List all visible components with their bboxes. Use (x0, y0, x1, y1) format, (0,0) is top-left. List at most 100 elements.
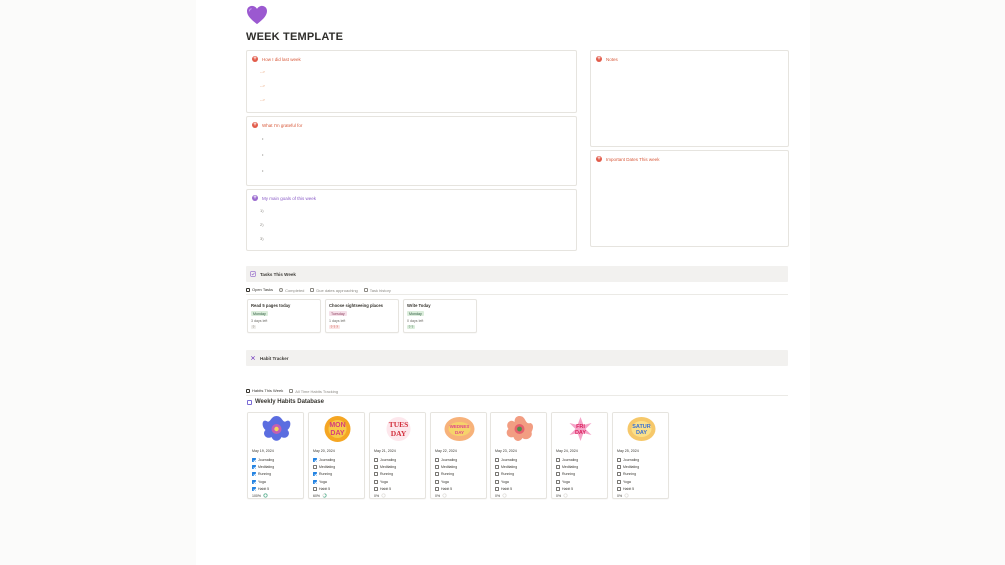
habit-checkbox[interactable] (556, 464, 560, 469)
habit-checkbox[interactable] (313, 464, 317, 469)
tab-label: Habits This Week (252, 388, 284, 393)
habit-checkbox[interactable] (617, 486, 621, 491)
habit-checkbox[interactable] (435, 472, 439, 477)
arrow-icon (310, 288, 315, 292)
habit-day-card[interactable]: MON DAY May 20, 2024 Journaling Meditating Ru… (308, 412, 365, 499)
bullet-dot: • (262, 168, 264, 173)
habit-checkbox[interactable] (556, 457, 560, 462)
habit-label: Journaling (562, 457, 579, 462)
habit-item: Running (435, 471, 457, 478)
task-card[interactable]: Choose sightseeing places Tuesday 1 days… (325, 299, 399, 333)
day-tag: Monday (251, 311, 268, 316)
habit-label: Meditating (258, 464, 275, 469)
page-title: WEEK TEMPLATE (246, 31, 344, 43)
habit-checkbox[interactable] (374, 464, 378, 469)
habit-checkbox[interactable] (252, 472, 256, 477)
habit-checkbox[interactable] (617, 464, 621, 469)
habit-date: May 20, 2024 (313, 449, 335, 453)
plus-circle-icon: + (252, 56, 258, 62)
habit-label: Habit 5 (380, 486, 392, 491)
bullet-dot: • (262, 136, 264, 141)
habit-item: Running (313, 471, 335, 478)
habit-checkbox[interactable] (374, 472, 378, 477)
habit-checkbox[interactable] (495, 472, 499, 477)
habit-checkbox[interactable] (556, 486, 560, 491)
habit-checkbox[interactable] (495, 457, 499, 462)
habit-checklist: Journaling Meditating Running Yoga Habit 5 (435, 456, 457, 492)
last-week-card[interactable]: + How I did last week --> --> --> (246, 50, 577, 113)
habit-checkbox[interactable] (252, 464, 256, 469)
habit-label: Habit 5 (319, 486, 331, 491)
habit-item: Meditating (374, 463, 396, 470)
svg-text:TUES: TUES (389, 420, 409, 429)
database-title-text: Weekly Habits Database (255, 399, 324, 405)
habit-checkbox[interactable] (435, 486, 439, 491)
tab-label: Task history (369, 287, 391, 293)
task-card[interactable]: Read 5 pages today Monday 3 days left ? (247, 299, 321, 333)
habit-checkbox[interactable] (435, 457, 439, 462)
habit-date: May 25, 2024 (617, 449, 639, 453)
habit-section-header[interactable]: Habit Tracker (246, 350, 788, 366)
habit-checkbox[interactable] (313, 486, 317, 491)
habit-checkbox[interactable] (435, 479, 439, 484)
habit-day-card[interactable]: SATUR DAY May 25, 2024 Journaling Meditating… (612, 412, 669, 499)
days-left: 0 days left (407, 318, 424, 323)
habit-day-card[interactable]: FRI DAY May 24, 2024 Journaling Meditating Ru… (551, 412, 608, 499)
habit-day-card[interactable]: WEDNES DAY May 22, 2024 Journaling Meditatin… (430, 412, 487, 499)
habit-day-card[interactable]: May 23, 2024 Journaling Meditating Running Y… (490, 412, 547, 499)
habit-item: Meditating (435, 463, 457, 470)
saturday-sticker-icon: SATUR DAY (613, 413, 668, 445)
habit-checkbox[interactable] (374, 479, 378, 484)
habit-day-card[interactable]: TUES DAY May 21, 2024 Journaling Meditating R… (369, 412, 426, 499)
notes-card[interactable]: + Notes (590, 50, 789, 147)
habit-item: Running (617, 471, 639, 478)
main-goals-card[interactable]: + My main goals of this week 1) 2) 3) (246, 189, 577, 251)
task-card[interactable]: Write Today Monday 0 days left ? ? (403, 299, 477, 333)
database-icon (247, 399, 252, 405)
habit-checkbox[interactable] (252, 457, 256, 462)
habit-checkbox[interactable] (556, 479, 560, 484)
habit-label: Journaling (501, 457, 518, 462)
habit-label: Meditating (380, 464, 397, 469)
habit-label: Journaling (380, 457, 397, 462)
habit-label: Running (501, 472, 515, 477)
progress-percent: 100% (252, 493, 261, 498)
habit-label: Running (441, 472, 455, 477)
habit-checkbox[interactable] (617, 457, 621, 462)
numbered-item: 3) (260, 236, 264, 241)
habit-label: Meditating (441, 464, 458, 469)
purple-heart-icon[interactable] (246, 5, 268, 25)
tasks-section-header[interactable]: Tasks This Week (246, 266, 788, 282)
habit-checkbox[interactable] (252, 479, 256, 484)
grateful-card[interactable]: + What I'm grateful for • • • (246, 116, 577, 186)
habit-label: Habit 5 (562, 486, 574, 491)
habit-progress: 60% (313, 493, 327, 498)
database-title[interactable]: Weekly Habits Database (247, 399, 324, 405)
important-dates-card[interactable]: + Important Dates This week (590, 150, 789, 247)
progress-ring-icon (563, 493, 568, 498)
habit-checkbox[interactable] (556, 472, 560, 477)
habit-checkbox[interactable] (313, 472, 317, 477)
habit-item: Journaling (252, 456, 274, 463)
habit-checkbox[interactable] (374, 486, 378, 491)
habit-day-card[interactable]: May 19, 2024 Journaling Meditating Running Y… (247, 412, 304, 499)
habit-item: Journaling (374, 456, 396, 463)
habit-checkbox[interactable] (495, 486, 499, 491)
habit-checklist: Journaling Meditating Running Yoga Habit 5 (617, 456, 639, 492)
habit-checkbox[interactable] (617, 479, 621, 484)
habit-checkbox[interactable] (374, 457, 378, 462)
habit-checkbox[interactable] (495, 464, 499, 469)
habit-checkbox[interactable] (617, 472, 621, 477)
bullet-dot: • (262, 152, 264, 157)
habit-checkbox[interactable] (313, 457, 317, 462)
table-icon (363, 288, 368, 292)
card-header: + My main goals of this week (252, 195, 316, 201)
tab-label: Open Tasks (252, 287, 274, 292)
habit-item: Yoga (313, 478, 335, 485)
habit-checkbox[interactable] (252, 486, 256, 491)
habit-label: Yoga (380, 479, 388, 484)
habit-checkbox[interactable] (313, 479, 317, 484)
habit-label: Meditating (501, 464, 518, 469)
habit-checkbox[interactable] (495, 479, 499, 484)
habit-checkbox[interactable] (435, 464, 439, 469)
